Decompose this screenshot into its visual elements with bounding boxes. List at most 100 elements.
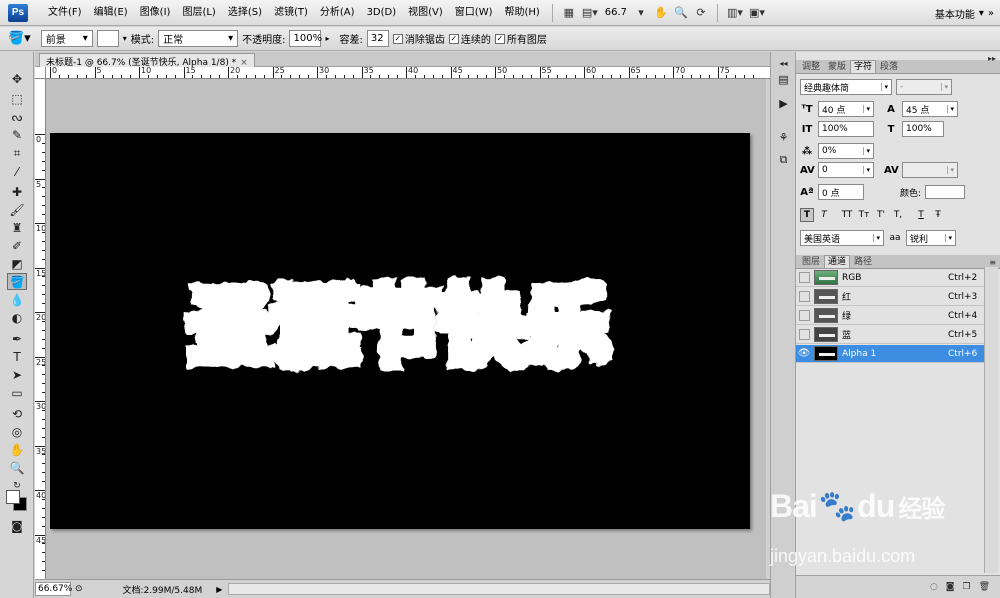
pattern-dropdown-icon[interactable]: ▾ bbox=[123, 34, 127, 43]
visibility-toggle[interactable]: 👁 bbox=[796, 345, 812, 363]
menu-select[interactable]: 选择(S) bbox=[222, 0, 268, 26]
healing-brush-tool-icon[interactable]: ✚ bbox=[7, 183, 27, 200]
delete-channel-icon[interactable]: 🗑 bbox=[979, 582, 990, 592]
channel-row-rgb[interactable]: RGB Ctrl+2 bbox=[796, 269, 984, 287]
subscript-button[interactable]: T, bbox=[891, 208, 905, 222]
panel-menu-icon[interactable]: ≡ bbox=[989, 258, 996, 267]
visibility-toggle[interactable] bbox=[796, 288, 812, 306]
zoom-tool-icon[interactable]: 🔍 bbox=[7, 459, 27, 476]
marquee-tool-icon[interactable]: ⬚ bbox=[7, 90, 27, 107]
menu-filter[interactable]: 滤镜(T) bbox=[268, 0, 314, 26]
panel-collapse-icon[interactable]: ▸▸ bbox=[988, 54, 996, 63]
menu-edit[interactable]: 编辑(E) bbox=[88, 0, 134, 26]
history-panel-icon[interactable]: ▤ bbox=[776, 72, 791, 87]
channel-row-blue[interactable]: 蓝 Ctrl+5 bbox=[796, 326, 984, 344]
kerning-field[interactable]: 0 ▾ bbox=[818, 162, 874, 178]
mode-select[interactable]: 正常 ▾ bbox=[158, 30, 239, 47]
baseline-shift-field[interactable]: 0 点 bbox=[818, 184, 864, 200]
history-brush-tool-icon[interactable]: ✐ bbox=[7, 237, 27, 254]
paint-bucket-tool-icon[interactable]: 🪣 bbox=[7, 273, 27, 290]
menu-file[interactable]: 文件(F) bbox=[42, 0, 88, 26]
dodge-tool-icon[interactable]: ◐ bbox=[7, 309, 27, 326]
3d-orbit-tool-icon[interactable]: ◎ bbox=[7, 423, 27, 440]
lasso-tool-icon[interactable]: ᔓ bbox=[7, 108, 27, 125]
menu-layer[interactable]: 图层(L) bbox=[176, 0, 221, 26]
clone-stamp-tool-icon[interactable]: ♜ bbox=[7, 219, 27, 236]
actions-panel-icon[interactable]: ▶ bbox=[776, 96, 791, 111]
horizontal-ruler[interactable]: 0 5 10 15 20 25 30 35 40 45 50 55 60 65 70 75 bbox=[46, 67, 770, 79]
crop-tool-icon[interactable]: ⌗ bbox=[7, 145, 27, 162]
language-select[interactable]: 美国英语 ▾ bbox=[800, 230, 884, 246]
tab-channels[interactable]: 通道 bbox=[824, 255, 851, 268]
type-tool-icon[interactable]: T bbox=[7, 348, 27, 365]
menu-help[interactable]: 帮助(H) bbox=[499, 0, 546, 26]
opacity-input[interactable]: 100% bbox=[289, 30, 322, 47]
menu-analysis[interactable]: 分析(A) bbox=[314, 0, 361, 26]
tab-adjustments[interactable]: 调整 bbox=[798, 60, 824, 73]
path-selection-tool-icon[interactable]: ➤ bbox=[7, 366, 27, 383]
zoom-tool-icon[interactable]: 🔍 bbox=[671, 3, 691, 23]
visibility-toggle[interactable] bbox=[796, 269, 812, 287]
menu-window[interactable]: 窗口(W) bbox=[449, 0, 499, 26]
tab-masks[interactable]: 蒙版 bbox=[824, 60, 850, 73]
fill-source-select[interactable]: 前景 ▾ bbox=[40, 30, 93, 47]
screen-mode-icon[interactable]: ▣▾ bbox=[746, 3, 768, 23]
save-selection-icon[interactable]: ◙ bbox=[946, 582, 955, 592]
menu-3d[interactable]: 3D(D) bbox=[361, 0, 403, 26]
tab-layers[interactable]: 图层 bbox=[798, 255, 824, 268]
hand-tool-icon[interactable]: ✋ bbox=[651, 3, 671, 23]
channel-row-red[interactable]: 红 Ctrl+3 bbox=[796, 288, 984, 306]
antialias-select[interactable]: 锐利 ▾ bbox=[906, 230, 956, 246]
brush-tool-icon[interactable]: 🖌 bbox=[7, 201, 27, 218]
superscript-button[interactable]: T' bbox=[874, 208, 888, 222]
all-caps-button[interactable]: TT bbox=[840, 208, 854, 222]
load-selection-icon[interactable]: ◌ bbox=[930, 582, 938, 592]
shape-tool-icon[interactable]: ▭ bbox=[7, 384, 27, 401]
tracking-field[interactable]: ▾ bbox=[902, 162, 958, 178]
zoom-field[interactable]: 66.67% bbox=[35, 582, 72, 596]
channel-row-green[interactable]: 绿 Ctrl+4 bbox=[796, 307, 984, 325]
font-size-field[interactable]: 40 点 ▾ bbox=[818, 101, 874, 117]
3d-rotate-tool-icon[interactable]: ⟲ bbox=[7, 405, 27, 422]
tab-paths[interactable]: 路径 bbox=[850, 255, 876, 268]
status-settings-icon[interactable]: ⊙ bbox=[75, 584, 83, 594]
text-color-swatch[interactable] bbox=[925, 185, 966, 199]
small-caps-button[interactable]: Tт bbox=[857, 208, 871, 222]
quick-selection-tool-icon[interactable]: ✎ bbox=[7, 126, 27, 143]
channel-row-alpha[interactable]: 👁 Alpha 1 Ctrl+6 bbox=[796, 345, 984, 363]
strikethrough-button[interactable]: Ŧ bbox=[931, 208, 945, 222]
document-canvas[interactable]: 圣诞节快乐 bbox=[50, 133, 750, 529]
underline-button[interactable]: T bbox=[914, 208, 928, 222]
contiguous-checkbox[interactable]: ✓ 连续的 bbox=[448, 31, 491, 46]
vertical-ruler[interactable]: 0 5 10 15 20 25 30 35 40 45 bbox=[35, 79, 46, 579]
eraser-tool-icon[interactable]: ◩ bbox=[7, 255, 27, 272]
collapse-strip-icon[interactable]: ◂◂ bbox=[776, 56, 791, 71]
font-family-select[interactable]: 经典趣体简 ▾ bbox=[800, 79, 892, 95]
pattern-swatch[interactable] bbox=[96, 30, 119, 47]
antialias-checkbox[interactable]: ✓ 消除锯齿 bbox=[392, 31, 445, 46]
visibility-toggle[interactable] bbox=[796, 307, 812, 325]
quick-mask-icon[interactable]: ◙ bbox=[7, 517, 27, 534]
menu-image[interactable]: 图像(I) bbox=[134, 0, 177, 26]
visibility-toggle[interactable] bbox=[796, 326, 812, 344]
horizontal-scale-field[interactable]: 100% bbox=[902, 121, 944, 137]
leading-field[interactable]: 45 点 ▾ bbox=[902, 101, 958, 117]
opacity-slider-icon[interactable]: ▸ bbox=[325, 34, 329, 43]
tolerance-input[interactable]: 32 bbox=[366, 30, 389, 47]
zoom-level[interactable]: 66.7 bbox=[601, 7, 631, 18]
font-style-select[interactable]: - ▾ bbox=[896, 79, 952, 95]
ruler-origin[interactable] bbox=[35, 67, 46, 79]
clone-source-icon[interactable]: ⚘ bbox=[776, 130, 791, 145]
pen-tool-icon[interactable]: ✒ bbox=[7, 330, 27, 347]
tab-paragraph[interactable]: 段落 bbox=[876, 60, 902, 73]
arrange-documents-icon[interactable]: ▥▾ bbox=[724, 3, 746, 23]
vertical-scale-field[interactable]: 100% bbox=[818, 121, 874, 137]
new-channel-icon[interactable]: ❐ bbox=[962, 582, 970, 592]
eyedropper-tool-icon[interactable]: ⁄ bbox=[7, 163, 27, 180]
paint-bucket-preset-icon[interactable]: 🪣▾ bbox=[8, 31, 31, 46]
faux-italic-button[interactable]: T bbox=[817, 208, 831, 222]
menu-view[interactable]: 视图(V) bbox=[402, 0, 449, 26]
workspace-switcher[interactable]: 基本功能 ▾ » bbox=[935, 0, 994, 26]
tool-presets-icon[interactable]: ⧉ bbox=[776, 152, 791, 167]
view-extras-icon[interactable]: ▤▾ bbox=[579, 3, 601, 23]
